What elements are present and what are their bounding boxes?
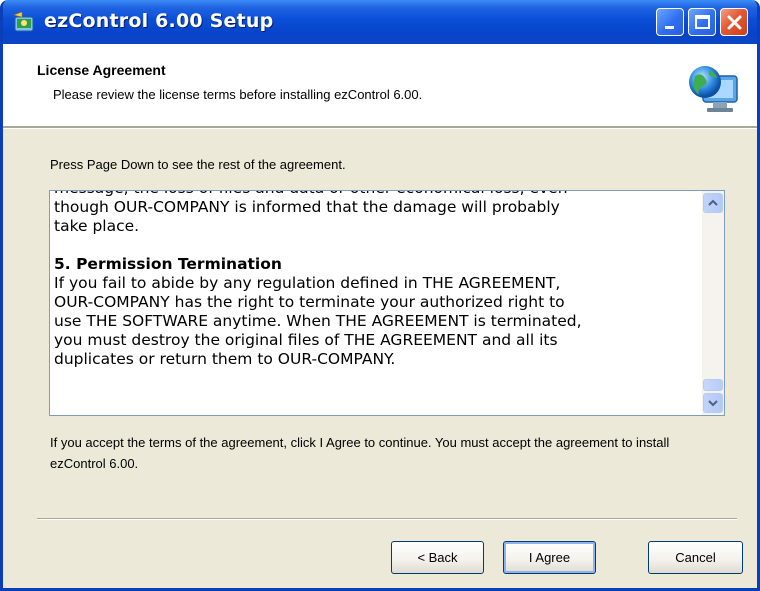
globe-computer-icon (689, 66, 738, 112)
page-subtitle: Please review the license terms before i… (53, 87, 423, 102)
maximize-icon (695, 15, 710, 29)
license-section-body: If you fail to abide by any regulation d… (54, 274, 582, 368)
footer-divider (37, 518, 737, 520)
page-title: License Agreement (37, 62, 166, 78)
window-title: ezControl 6.00 Setup (44, 10, 274, 32)
vertical-scrollbar[interactable] (702, 191, 724, 415)
scroll-thumb[interactable] (703, 379, 723, 391)
license-section-heading: 5. Permission Termination (54, 255, 282, 273)
license-text: message, the loss of files and data or o… (54, 191, 694, 369)
license-cut-line: message, the loss of files and data or o… (54, 191, 694, 198)
chevron-up-icon (708, 199, 718, 206)
header-divider (3, 126, 757, 129)
minimize-button[interactable] (656, 8, 684, 36)
title-bar[interactable]: ezControl 6.00 Setup (3, 0, 757, 44)
setup-window: ezControl 6.00 Setup License Agreement P… (0, 0, 760, 591)
page-header: License Agreement Please review the lice… (3, 44, 757, 126)
close-button[interactable] (720, 8, 748, 36)
close-icon (727, 15, 742, 30)
i-agree-button[interactable]: I Agree (503, 541, 596, 574)
minimize-icon (665, 26, 674, 29)
installer-app-icon (13, 11, 34, 32)
maximize-button[interactable] (688, 8, 716, 36)
back-button[interactable]: < Back (391, 541, 484, 574)
license-paragraph: though OUR-COMPANY is informed that the … (54, 198, 560, 235)
license-text-area[interactable]: message, the loss of files and data or o… (49, 190, 725, 416)
chevron-down-icon (708, 400, 718, 407)
accept-instruction: If you accept the terms of the agreement… (50, 435, 670, 471)
scroll-down-button[interactable] (703, 393, 723, 413)
cancel-button[interactable]: Cancel (648, 541, 743, 574)
scroll-up-button[interactable] (703, 193, 723, 213)
scroll-instruction: Press Page Down to see the rest of the a… (50, 157, 346, 172)
